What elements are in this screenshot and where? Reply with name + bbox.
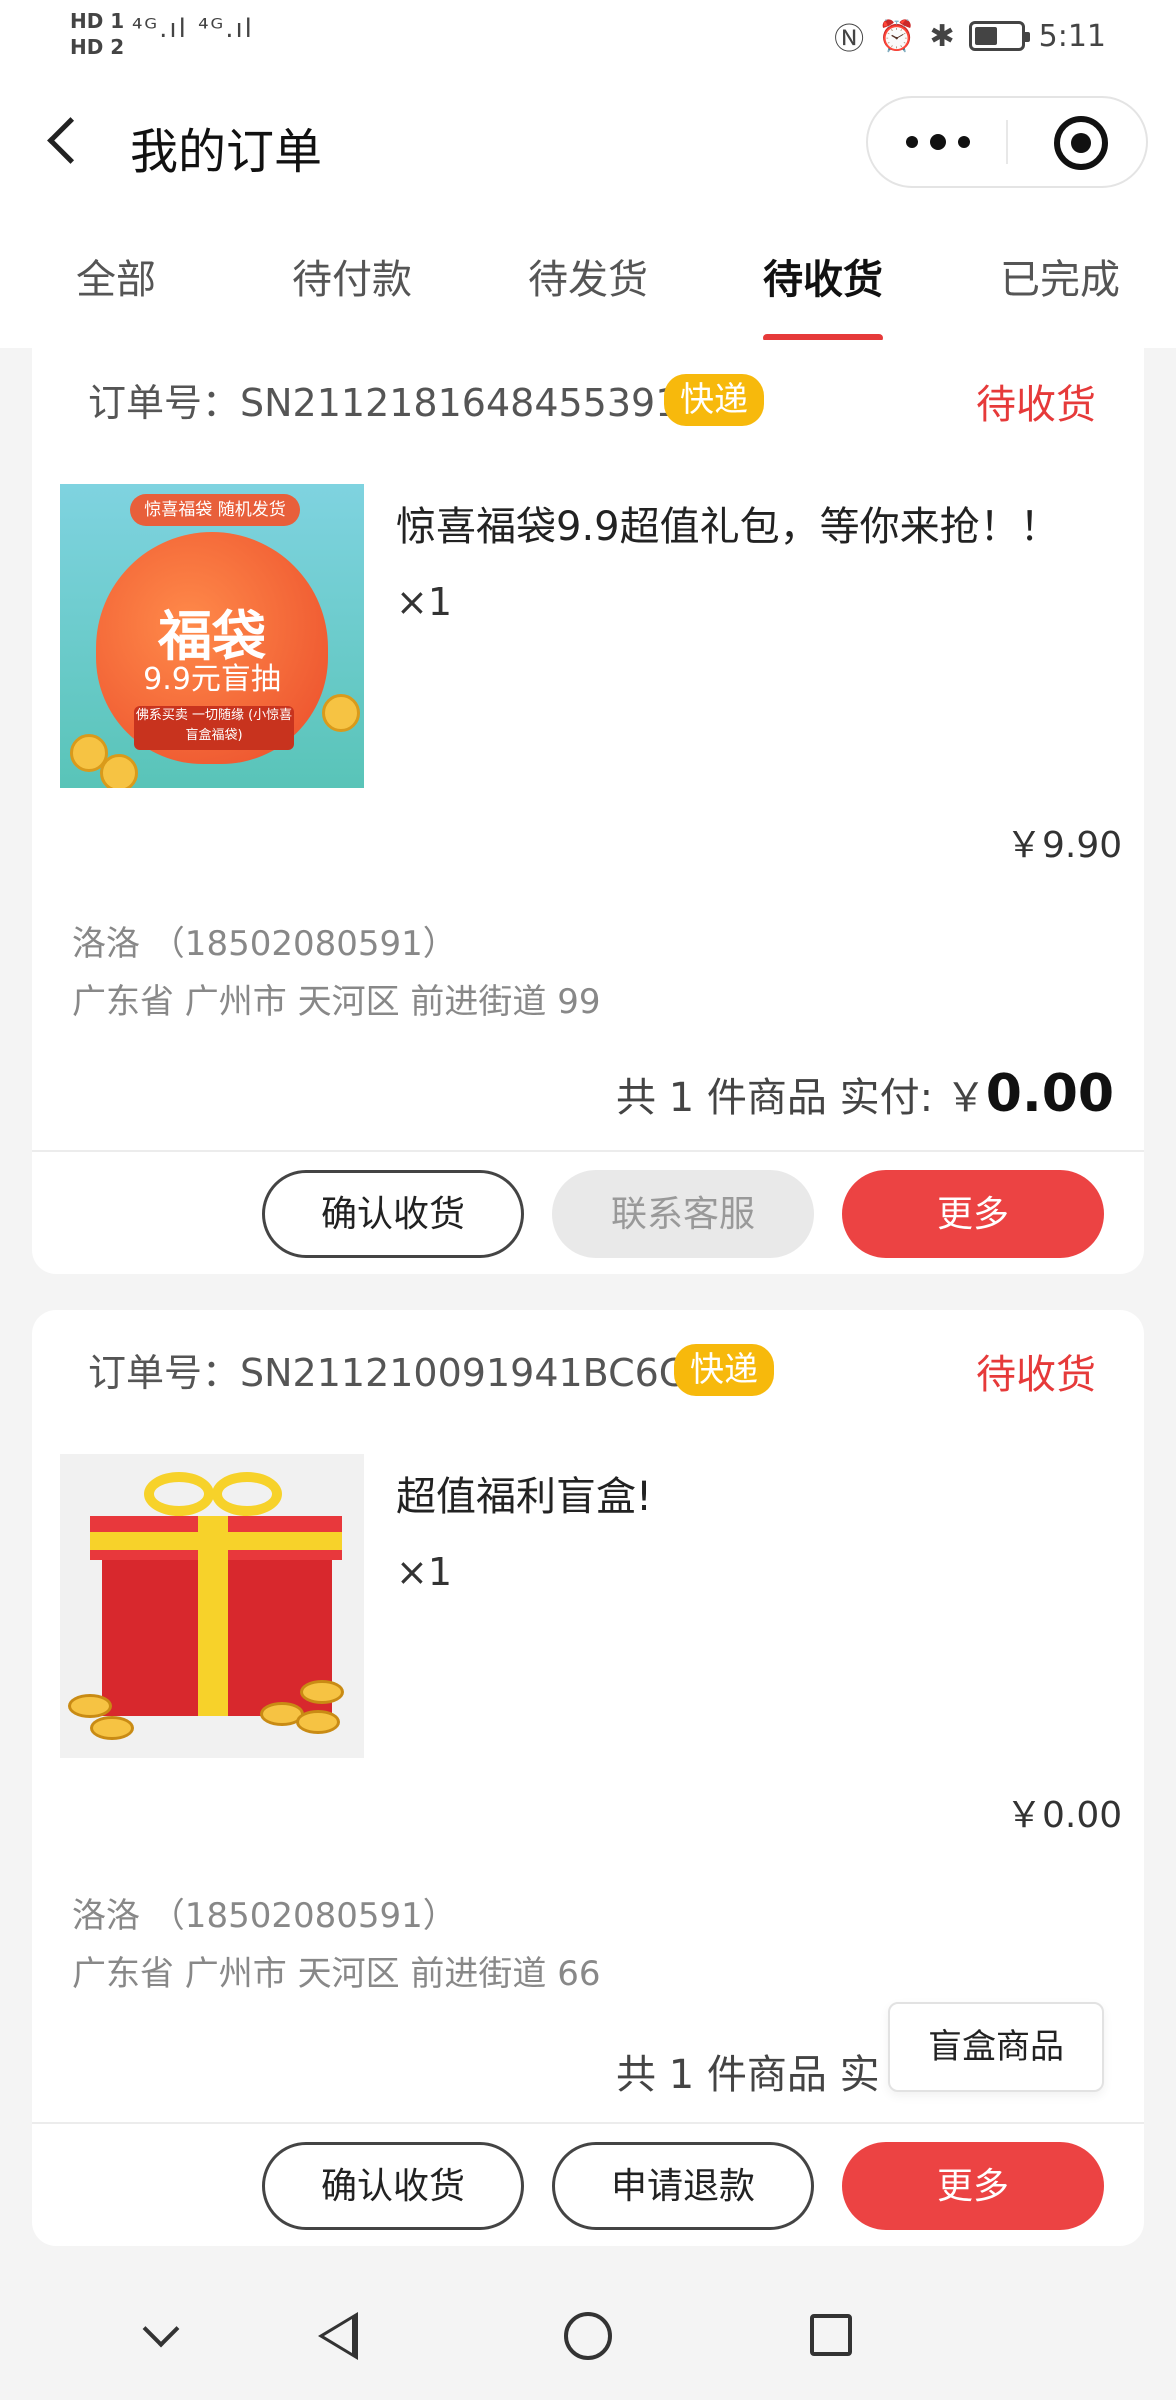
delivery-badge: 快递	[674, 1344, 774, 1396]
nfc-icon: Ⓝ	[834, 22, 865, 57]
more-dots-icon[interactable]	[906, 128, 970, 156]
back-icon[interactable]	[44, 110, 84, 180]
product-title[interactable]: 惊喜福袋9.9超值礼包，等你来抢！！	[396, 494, 1060, 552]
bluetooth-icon: ✱	[929, 18, 955, 54]
status-icons: Ⓝ ⏰ ✱ 5:11	[834, 14, 1106, 58]
product-image[interactable]: 惊喜福袋 随机发货 福袋 9.9元盲抽 佛系买卖 一切随缘 (小惊喜盲盒福袋)	[60, 484, 364, 788]
clock: 5:11	[1038, 18, 1106, 54]
tab-completed[interactable]: 已完成	[990, 250, 1130, 310]
order-number: 订单号：SN211210091941BC6C	[88, 1351, 686, 1395]
product-price: ￥9.90	[1006, 825, 1123, 866]
product-image[interactable]	[60, 1454, 364, 1758]
contact-service-button[interactable]: 联系客服	[552, 1170, 814, 1258]
nav-back-icon[interactable]	[318, 2312, 358, 2360]
order-status: 待收货	[976, 1352, 1096, 1398]
tab-all[interactable]: 全部	[56, 250, 176, 310]
capsule-divider	[1006, 120, 1008, 164]
tab-pending-receipt[interactable]: 待收货	[752, 250, 894, 310]
order-summary: 共 1 件商品 实	[616, 2052, 880, 2098]
confirm-receipt-button[interactable]: 确认收货	[262, 1170, 524, 1258]
product-price: ￥0.00	[1006, 1795, 1123, 1836]
card-divider	[32, 1150, 1144, 1152]
more-button[interactable]: 更多	[842, 2142, 1104, 2230]
order-summary: 共 1 件商品 实付: ￥0.00	[616, 1064, 1114, 1124]
nav-recent-apps-icon[interactable]	[810, 2314, 852, 2356]
paid-amount: 0.00	[985, 1064, 1115, 1124]
card-divider	[32, 2122, 1144, 2124]
order-number: 订单号：SN2112181648455391	[88, 381, 680, 425]
more-button[interactable]: 更多	[842, 1170, 1104, 1258]
order-card[interactable]	[32, 340, 1144, 1274]
request-refund-button[interactable]: 申请退款	[552, 2142, 814, 2230]
battery-icon	[968, 21, 1030, 51]
chevron-down-icon[interactable]	[140, 2316, 180, 2356]
target-icon[interactable]	[1054, 116, 1108, 170]
product-quantity: ×1	[396, 1550, 453, 1594]
product-quantity: ×1	[396, 580, 453, 624]
order-card[interactable]	[32, 1310, 1144, 2246]
product-title[interactable]: 超值福利盲盒!	[396, 1464, 652, 1522]
confirm-receipt-button[interactable]: 确认收货	[262, 2142, 524, 2230]
tab-pending-payment[interactable]: 待付款	[282, 250, 422, 310]
recipient-contact: 洛洛 （18502080591）	[72, 924, 457, 964]
recipient-address: 广东省 广州市 天河区 前进街道 66	[72, 1954, 601, 1994]
page-title: 我的订单	[130, 124, 323, 180]
sim-indicator: HD 1 HD 2	[70, 9, 125, 59]
order-status: 待收货	[976, 382, 1096, 428]
tab-pending-shipment[interactable]: 待发货	[518, 250, 658, 310]
delivery-badge: 快递	[664, 374, 764, 426]
summary-text: 共 1 件商品 实付: ￥	[616, 1075, 986, 1121]
nav-home-icon[interactable]	[564, 2312, 612, 2360]
recipient-contact: 洛洛 （18502080591）	[72, 1896, 457, 1936]
recipient-address: 广东省 广州市 天河区 前进街道 99	[72, 982, 601, 1022]
alarm-icon: ⏰	[878, 18, 916, 54]
blind-box-tooltip[interactable]: 盲盒商品	[888, 2002, 1104, 2092]
signal-icon: ⁴ᴳ.ıl ⁴ᴳ.ıl	[132, 14, 254, 44]
